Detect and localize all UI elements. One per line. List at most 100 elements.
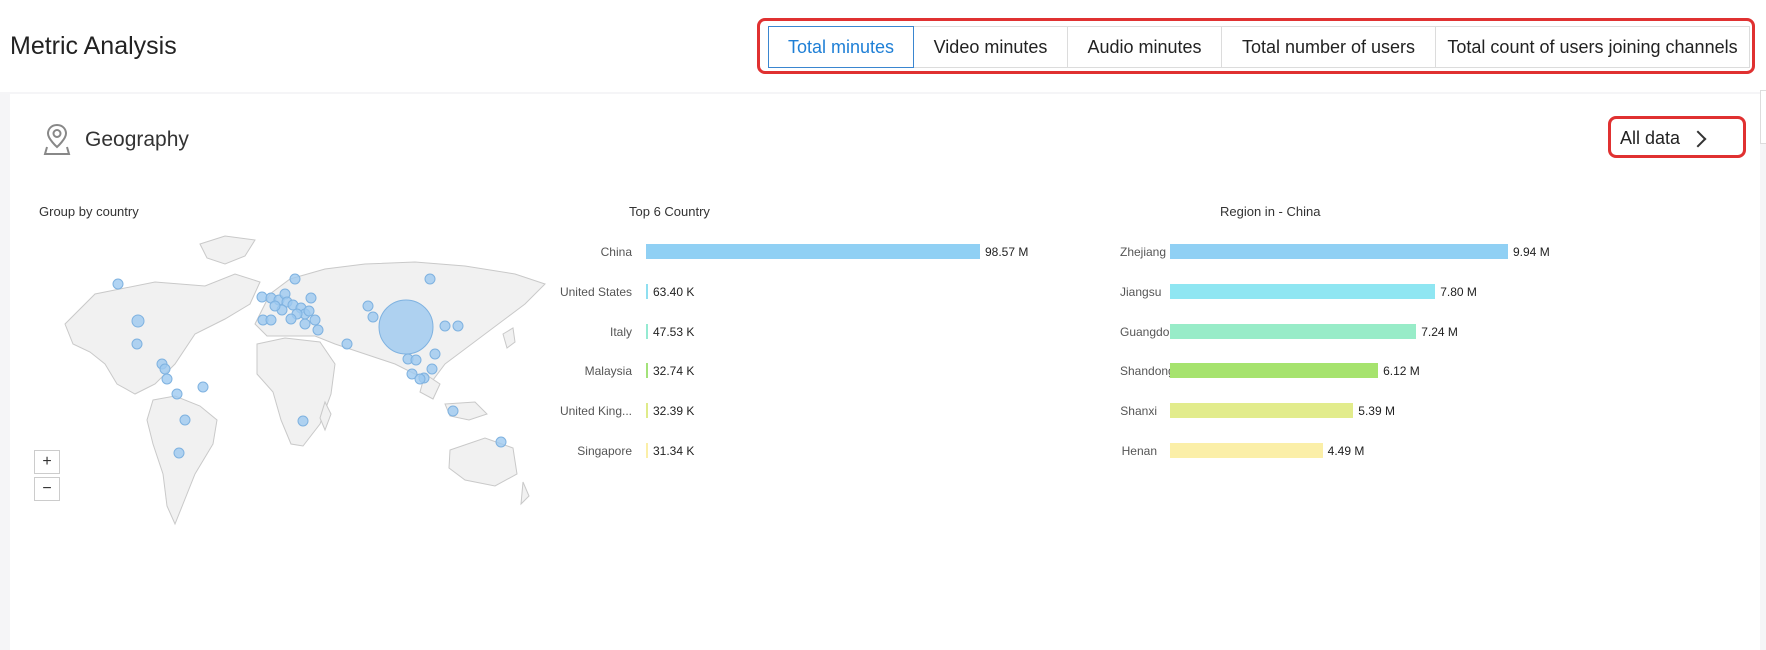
tab-audio-minutes[interactable]: Audio minutes [1068, 26, 1222, 68]
all-data-button[interactable]: All data [1620, 124, 1734, 152]
bar-row: Singapore 31.34 K [530, 441, 1150, 461]
map-bubble[interactable] [309, 314, 321, 326]
map-bubble[interactable] [289, 273, 301, 285]
map-bubble[interactable] [378, 299, 434, 355]
top-countries-title: Top 6 Country [629, 204, 710, 219]
bar-row: Guangdong 7.24 M [1120, 322, 1760, 342]
bar-row: Italy 47.53 K [530, 322, 1150, 342]
map-bubble[interactable] [171, 388, 183, 400]
map-bubble[interactable] [256, 291, 268, 303]
map-bubble[interactable] [197, 381, 209, 393]
bar-value: 5.39 M [1358, 404, 1395, 419]
map-bubble[interactable] [297, 415, 309, 427]
tab-total-number-of-users[interactable]: Total number of users [1222, 26, 1436, 68]
bar-label: Malaysia [584, 364, 632, 379]
bar-label: Shandong [1120, 364, 1175, 379]
map-bubble[interactable] [410, 354, 422, 366]
metric-tabs: Total minutes Video minutes Audio minute… [768, 26, 1750, 68]
tab-total-count-users-joining-channels[interactable]: Total count of users joining channels [1436, 26, 1750, 68]
map-land [256, 337, 336, 447]
bar-row: Shanxi 5.39 M [1120, 401, 1760, 421]
map-bubble[interactable] [179, 414, 191, 426]
bar-value: 6.12 M [1383, 364, 1420, 379]
map-land [146, 395, 218, 526]
bar-value: 98.57 M [985, 245, 1029, 259]
bar-row: United King... 32.39 K [530, 401, 1150, 421]
all-data-label: All data [1620, 127, 1681, 148]
top-countries-chart: China 98.57 M United States 63.40 K Italy 47.… [530, 242, 1150, 482]
bar-label: United States [559, 284, 632, 299]
bar-label: Italy [609, 324, 632, 339]
map-bubble[interactable] [131, 338, 143, 350]
map-bubble[interactable] [429, 348, 441, 360]
bar[interactable] [1170, 363, 1379, 379]
map-bubble[interactable] [173, 447, 185, 459]
bar-label: Shanxi [1120, 404, 1157, 419]
map-bubble[interactable] [299, 318, 311, 330]
bar[interactable] [1170, 283, 1436, 299]
map-bubble[interactable] [426, 363, 438, 375]
bar[interactable] [646, 323, 648, 339]
bar-value: 32.39 K [653, 404, 695, 419]
map-bubble[interactable] [131, 314, 145, 328]
bar[interactable] [646, 363, 648, 379]
bar-label: Guangdong [1120, 324, 1183, 339]
map-bubble[interactable] [439, 320, 451, 332]
bar-label: Singapore [577, 444, 632, 458]
tab-video-minutes[interactable]: Video minutes [914, 26, 1068, 68]
bar[interactable] [1170, 244, 1508, 259]
bar[interactable] [646, 244, 980, 259]
bar[interactable] [1170, 443, 1323, 458]
map-bubble[interactable] [452, 320, 464, 332]
bar-value: 7.80 M [1440, 284, 1477, 299]
map-land [448, 437, 518, 487]
bar[interactable] [646, 283, 648, 299]
zoom-in-button[interactable]: + [34, 450, 60, 474]
map-bubble[interactable] [312, 324, 324, 336]
map-bubble[interactable] [159, 363, 171, 375]
map-bubble[interactable] [447, 405, 459, 417]
regions-chart: Zhejiang 9.94 M Jiangsu 7.80 M Guangdong 7.24… [1120, 242, 1760, 482]
bar[interactable] [646, 443, 648, 458]
bar-value: 63.40 K [653, 284, 695, 299]
map-land [502, 327, 516, 349]
bar-value: 31.34 K [653, 444, 695, 458]
map-land [199, 235, 256, 265]
section-title: Geography [85, 128, 189, 151]
map-bubble[interactable] [367, 311, 379, 323]
map-bubble[interactable] [303, 305, 315, 317]
bar[interactable] [646, 403, 648, 419]
bar-label: Zhejiang [1120, 245, 1167, 259]
bar-label: Henan [1121, 444, 1157, 458]
map-bubble[interactable] [341, 338, 353, 350]
bar-value: 32.74 K [653, 364, 695, 379]
map-bubble[interactable] [414, 373, 426, 385]
side-panel-handle[interactable] [1760, 90, 1766, 144]
zoom-out-button[interactable]: − [34, 477, 60, 501]
map-bubble[interactable] [495, 436, 507, 448]
top-bar: Metric Analysis Total minutes Video minu… [0, 0, 1766, 92]
map-bubble[interactable] [265, 314, 277, 326]
map-bubble[interactable] [161, 373, 173, 385]
bar-row: Jiangsu 7.80 M [1120, 282, 1760, 302]
tab-total-minutes[interactable]: Total minutes [768, 26, 914, 68]
map-bubble[interactable] [269, 300, 281, 312]
bar[interactable] [1170, 323, 1417, 339]
bar-value: 9.94 M [1513, 245, 1550, 259]
bar-value: 4.49 M [1327, 444, 1365, 458]
world-map[interactable] [35, 224, 595, 604]
map-bubble[interactable] [305, 292, 317, 304]
map-title: Group by country [39, 204, 139, 219]
geography-card: Geography All data Group by country + − … [10, 94, 1760, 650]
map-bubble[interactable] [424, 273, 436, 285]
map-pin-icon [43, 123, 71, 155]
map-bubble[interactable] [362, 300, 374, 312]
map-land [520, 481, 530, 506]
bar-label: United King... [559, 404, 632, 419]
bar-value: 7.24 M [1421, 324, 1458, 339]
bar-row: Malaysia 32.74 K [530, 361, 1150, 381]
page-title: Metric Analysis [10, 32, 177, 60]
map-bubble[interactable] [112, 278, 124, 290]
map-bubble[interactable] [285, 313, 297, 325]
bar[interactable] [1170, 403, 1354, 419]
